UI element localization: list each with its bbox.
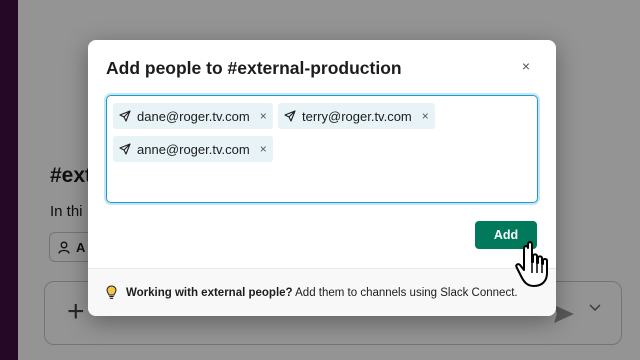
close-icon: × (521, 58, 531, 74)
remove-recipient-icon[interactable]: × (260, 142, 267, 156)
recipient-token: dane@roger.tv.com × (113, 103, 273, 129)
close-button[interactable]: × (516, 56, 536, 76)
slack-connect-hint: Working with external people? Add them t… (88, 268, 556, 316)
add-people-dialog: Add people to #external-production × dan… (88, 40, 556, 316)
paper-plane-icon (284, 110, 296, 122)
recipient-email: terry@roger.tv.com (302, 108, 412, 124)
hint-bold-text: Working with external people? (126, 286, 293, 299)
hand-pointer-icon (515, 241, 548, 287)
remove-recipient-icon[interactable]: × (260, 109, 267, 123)
recipient-email: dane@roger.tv.com (137, 108, 250, 124)
recipients-input[interactable]: dane@roger.tv.com × terry@roger.tv.com ×… (106, 95, 538, 203)
paper-plane-icon (119, 143, 131, 155)
recipient-token: anne@roger.tv.com × (113, 136, 273, 162)
lightbulb-icon (106, 285, 117, 299)
hint-body-text: Add them to channels using Slack Connect… (292, 286, 518, 299)
recipient-email: anne@roger.tv.com (137, 141, 250, 157)
paper-plane-icon (119, 110, 131, 122)
hint-text: Working with external people? Add them t… (126, 287, 518, 299)
remove-recipient-icon[interactable]: × (422, 109, 429, 123)
recipient-token: terry@roger.tv.com × (278, 103, 435, 129)
dialog-title: Add people to #external-production (106, 58, 402, 78)
